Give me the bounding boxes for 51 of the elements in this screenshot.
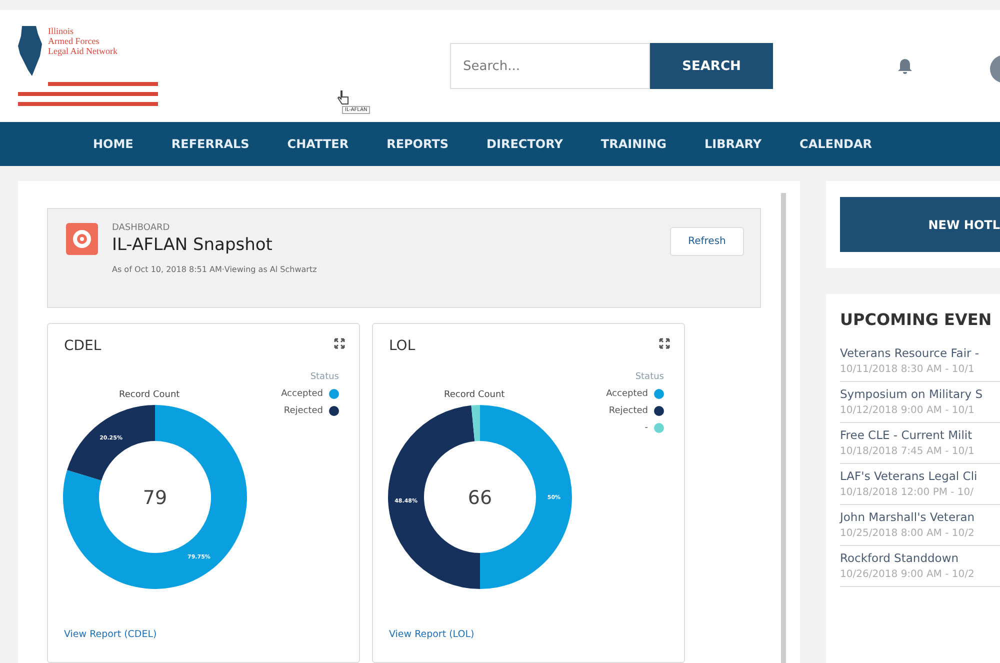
event-name[interactable]: Symposium on Military S — [840, 387, 1000, 401]
event-time: 10/25/2018 8:00 AM - 10/2 — [840, 528, 976, 539]
nav-link[interactable]: CALENDAR — [800, 137, 872, 152]
event-name[interactable]: John Marshall's Veteran — [840, 510, 1000, 524]
search-field[interactable]: Search... — [450, 43, 650, 90]
events-title: UPCOMING EVEN — [840, 310, 993, 329]
gauge-icon — [66, 223, 98, 255]
nav-link[interactable]: LIBRARY — [704, 137, 762, 152]
event-time: 10/12/2018 9:00 AM - 10/1 — [840, 405, 976, 416]
event-name[interactable]: Veterans Resource Fair - — [840, 346, 1000, 360]
event-time: 10/11/2018 8:30 AM - 10/1 — [840, 364, 976, 375]
logo[interactable]: Illinois Armed Forces Legal Aid Network — [18, 26, 158, 106]
chart-card-title: LOL — [389, 338, 416, 354]
hand-cursor-icon — [337, 90, 349, 106]
chart-card-title: CDEL — [64, 338, 102, 354]
legend-title: Status — [635, 372, 664, 382]
nav-link[interactable]: DIRECTORY — [486, 137, 563, 152]
event-time: 10/26/2018 9:00 AM - 10/2 — [840, 569, 976, 580]
expand-icon[interactable] — [659, 338, 670, 349]
avatar-icon[interactable] — [990, 55, 1000, 83]
event-time: 10/18/2018 12:00 PM - 10/ — [840, 487, 975, 498]
total-count: 66 — [468, 487, 492, 509]
nav-link[interactable]: REPORTS — [386, 137, 449, 152]
total-count: 79 — [142, 487, 168, 509]
event-name[interactable]: Free CLE - Current Milit — [840, 428, 1000, 442]
view-report-link[interactable]: View Report (CDEL) — [64, 629, 343, 640]
chart-title: Record Count — [119, 390, 180, 400]
scrollbar[interactable] — [781, 193, 786, 663]
legend-label: - — [644, 423, 648, 433]
bell-icon[interactable] — [897, 58, 913, 75]
nav-link[interactable]: HOME — [93, 137, 134, 152]
dashboard-title: IL-AFLAN Snapshot — [112, 235, 274, 255]
legend-label: Rejected — [284, 406, 323, 416]
nav-link[interactable]: CHATTER — [287, 137, 349, 152]
legend-title: Status — [310, 372, 339, 382]
legend-label: Accepted — [281, 389, 323, 399]
refresh-button[interactable]: Refresh — [670, 227, 744, 256]
dashboard-subtitle: As of Oct 10, 2018 8:51 AM·Viewing as Al Schwartz — [112, 265, 317, 274]
legend-label: Accepted — [606, 389, 648, 399]
legend-label: Rejected — [608, 406, 648, 416]
nav-link[interactable]: TRAINING — [600, 137, 666, 152]
new-hotline-button[interactable]: NEW HOTL — [840, 197, 1000, 252]
nav-link[interactable]: REFERRALS — [171, 137, 250, 152]
event-name[interactable]: LAF's Veterans Legal Cli — [840, 469, 1000, 483]
expand-icon[interactable] — [334, 338, 345, 349]
event-time: 10/18/2018 7:45 AM - 10/1 — [840, 446, 976, 457]
chart-title: Record Count — [444, 390, 505, 400]
dashboard-label: DASHBOARD — [112, 223, 171, 233]
event-name[interactable]: Rockford Standdown — [840, 551, 1000, 565]
search-button[interactable]: SEARCH — [650, 43, 773, 90]
view-report-link[interactable]: View Report (LOL) — [389, 629, 668, 640]
